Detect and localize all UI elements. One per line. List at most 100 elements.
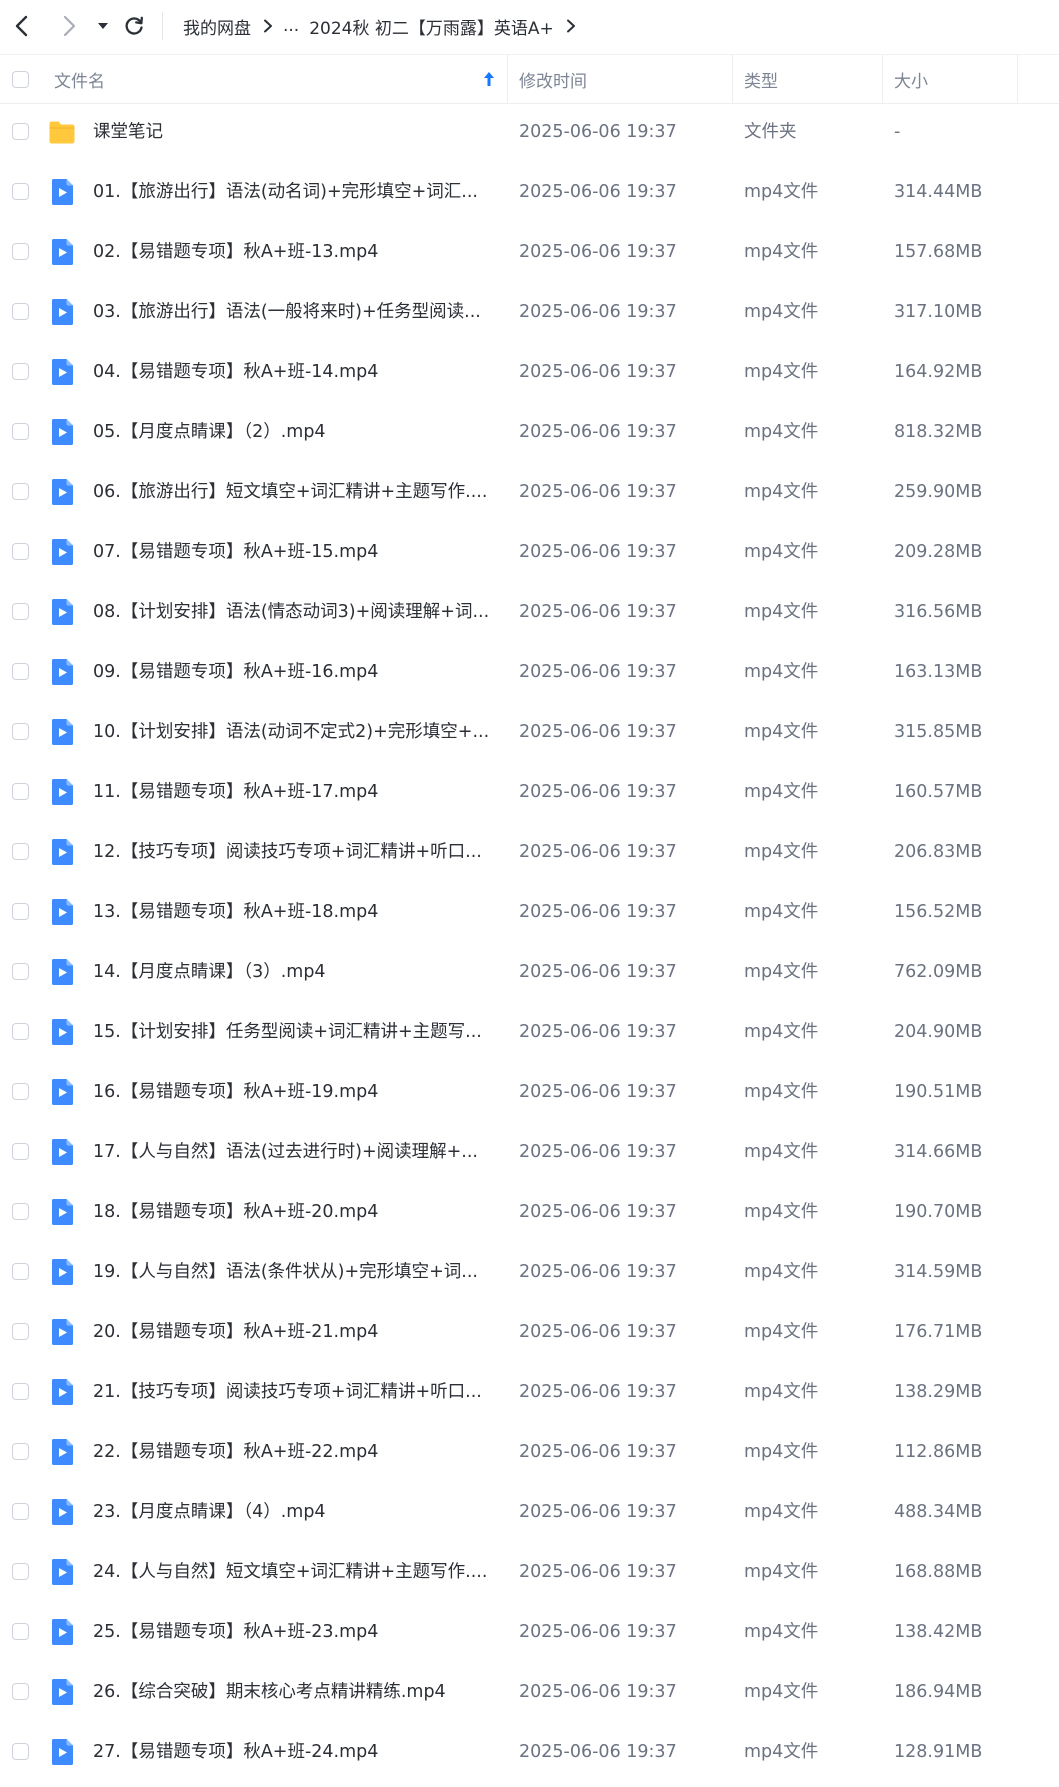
file-row[interactable]: 20.【易错题专项】秋A+班-21.mp4 2025-06-06 19:37 mp4…: [0, 1302, 1059, 1362]
row-checkbox[interactable]: [12, 1623, 29, 1640]
file-row[interactable]: 11.【易错题专项】秋A+班-17.mp4 2025-06-06 19:37 mp4…: [0, 762, 1059, 822]
file-row[interactable]: 06.【旅游出行】短文填空+词汇精讲+主题写作.... 2025-06-06 19…: [0, 462, 1059, 522]
file-name[interactable]: 12.【技巧专项】阅读技巧专项+词汇精讲+听口...: [93, 822, 482, 882]
row-checkbox[interactable]: [12, 483, 29, 500]
file-row[interactable]: 16.【易错题专项】秋A+班-19.mp4 2025-06-06 19:37 mp4…: [0, 1062, 1059, 1122]
file-row[interactable]: 07.【易错题专项】秋A+班-15.mp4 2025-06-06 19:37 mp4…: [0, 522, 1059, 582]
row-checkbox[interactable]: [12, 723, 29, 740]
row-checkbox[interactable]: [12, 423, 29, 440]
breadcrumb-current[interactable]: 2024秋 初二【万雨露】英语A+: [309, 14, 554, 39]
file-row[interactable]: 25.【易错题专项】秋A+班-23.mp4 2025-06-06 19:37 mp4…: [0, 1602, 1059, 1662]
file-row[interactable]: 01.【旅游出行】语法(动名词)+完形填空+词汇... 2025-06-06 19…: [0, 162, 1059, 222]
file-row[interactable]: 04.【易错题专项】秋A+班-14.mp4 2025-06-06 19:37 mp4…: [0, 342, 1059, 402]
row-checkbox[interactable]: [12, 1443, 29, 1460]
file-name[interactable]: 18.【易错题专项】秋A+班-20.mp4: [93, 1182, 378, 1242]
arrow-up-icon[interactable]: [483, 55, 495, 103]
file-name[interactable]: 05.【月度点睛课】（2）.mp4: [93, 402, 326, 462]
file-row[interactable]: 18.【易错题专项】秋A+班-20.mp4 2025-06-06 19:37 mp4…: [0, 1182, 1059, 1242]
file-row[interactable]: 10.【计划安排】语法(动词不定式2)+完形填空+... 2025-06-06 1…: [0, 702, 1059, 762]
file-name[interactable]: 10.【计划安排】语法(动词不定式2)+完形填空+...: [93, 702, 489, 762]
column-divider[interactable]: [507, 55, 508, 103]
file-row[interactable]: 12.【技巧专项】阅读技巧专项+词汇精讲+听口... 2025-06-06 19:…: [0, 822, 1059, 882]
column-header-name[interactable]: 文件名: [54, 55, 105, 103]
refresh-icon[interactable]: [121, 13, 147, 39]
row-checkbox[interactable]: [12, 903, 29, 920]
column-divider[interactable]: [732, 55, 733, 103]
file-name[interactable]: 03.【旅游出行】语法(一般将来时)+任务型阅读...: [93, 282, 481, 342]
file-row[interactable]: 02.【易错题专项】秋A+班-13.mp4 2025-06-06 19:37 mp4…: [0, 222, 1059, 282]
file-name[interactable]: 21.【技巧专项】阅读技巧专项+词汇精讲+听口...: [93, 1362, 482, 1422]
row-checkbox[interactable]: [12, 1683, 29, 1700]
column-divider[interactable]: [1017, 55, 1018, 103]
file-row[interactable]: 19.【人与自然】语法(条件状从)+完形填空+词... 2025-06-06 19…: [0, 1242, 1059, 1302]
file-name[interactable]: 17.【人与自然】语法(过去进行时)+阅读理解+...: [93, 1122, 478, 1182]
row-checkbox[interactable]: [12, 1083, 29, 1100]
file-row[interactable]: 09.【易错题专项】秋A+班-16.mp4 2025-06-06 19:37 mp4…: [0, 642, 1059, 702]
file-name[interactable]: 08.【计划安排】语法(情态动词3)+阅读理解+词...: [93, 582, 489, 642]
file-row[interactable]: 14.【月度点睛课】（3）.mp4 2025-06-06 19:37 mp4文件 76…: [0, 942, 1059, 1002]
row-checkbox[interactable]: [12, 1263, 29, 1280]
chevron-right-icon[interactable]: [566, 19, 576, 33]
row-checkbox[interactable]: [12, 663, 29, 680]
row-checkbox[interactable]: [12, 1323, 29, 1340]
file-name[interactable]: 27.【易错题专项】秋A+班-24.mp4: [93, 1722, 378, 1782]
file-name[interactable]: 13.【易错题专项】秋A+班-18.mp4: [93, 882, 378, 942]
caret-down-icon[interactable]: [94, 14, 112, 38]
file-name[interactable]: 14.【月度点睛课】（3）.mp4: [93, 942, 326, 1002]
file-row[interactable]: 08.【计划安排】语法(情态动词3)+阅读理解+词... 2025-06-06 1…: [0, 582, 1059, 642]
file-row[interactable]: 13.【易错题专项】秋A+班-18.mp4 2025-06-06 19:37 mp4…: [0, 882, 1059, 942]
file-row[interactable]: 21.【技巧专项】阅读技巧专项+词汇精讲+听口... 2025-06-06 19:…: [0, 1362, 1059, 1422]
row-checkbox[interactable]: [12, 243, 29, 260]
column-header-size[interactable]: 大小: [894, 55, 928, 103]
row-checkbox[interactable]: [12, 303, 29, 320]
select-all-checkbox[interactable]: [12, 70, 29, 88]
row-checkbox[interactable]: [12, 1503, 29, 1520]
file-row[interactable]: 26.【综合突破】期末核心考点精讲精练.mp4 2025-06-06 19:37 m…: [0, 1662, 1059, 1722]
file-name[interactable]: 06.【旅游出行】短文填空+词汇精讲+主题写作....: [93, 462, 487, 522]
file-row[interactable]: 课堂笔记 2025-06-06 19:37 文件夹 -: [0, 102, 1059, 162]
file-name[interactable]: 04.【易错题专项】秋A+班-14.mp4: [93, 342, 378, 402]
file-name[interactable]: 11.【易错题专项】秋A+班-17.mp4: [93, 762, 378, 822]
column-header-modified[interactable]: 修改时间: [519, 55, 587, 103]
file-name[interactable]: 16.【易错题专项】秋A+班-19.mp4: [93, 1062, 378, 1122]
file-name[interactable]: 15.【计划安排】任务型阅读+词汇精讲+主题写...: [93, 1002, 482, 1062]
file-row[interactable]: 27.【易错题专项】秋A+班-24.mp4 2025-06-06 19:37 mp4…: [0, 1722, 1059, 1782]
row-checkbox[interactable]: [12, 1203, 29, 1220]
row-checkbox[interactable]: [12, 843, 29, 860]
file-name[interactable]: 07.【易错题专项】秋A+班-15.mp4: [93, 522, 378, 582]
breadcrumb-root[interactable]: 我的网盘: [183, 14, 251, 39]
file-name[interactable]: 01.【旅游出行】语法(动名词)+完形填空+词汇...: [93, 162, 478, 222]
chevron-right-icon[interactable]: [55, 12, 83, 40]
chevron-left-icon[interactable]: [8, 12, 36, 40]
file-name[interactable]: 20.【易错题专项】秋A+班-21.mp4: [93, 1302, 378, 1362]
file-row[interactable]: 03.【旅游出行】语法(一般将来时)+任务型阅读... 2025-06-06 19…: [0, 282, 1059, 342]
file-row[interactable]: 15.【计划安排】任务型阅读+词汇精讲+主题写... 2025-06-06 19:…: [0, 1002, 1059, 1062]
row-checkbox[interactable]: [12, 1563, 29, 1580]
breadcrumb-ellipsis[interactable]: ...: [283, 16, 299, 36]
row-checkbox[interactable]: [12, 363, 29, 380]
row-checkbox[interactable]: [12, 1023, 29, 1040]
row-checkbox[interactable]: [12, 1143, 29, 1160]
file-name[interactable]: 24.【人与自然】短文填空+词汇精讲+主题写作....: [93, 1542, 487, 1602]
row-checkbox[interactable]: [12, 183, 29, 200]
row-checkbox[interactable]: [12, 783, 29, 800]
row-checkbox[interactable]: [12, 1743, 29, 1760]
file-name[interactable]: 09.【易错题专项】秋A+班-16.mp4: [93, 642, 378, 702]
row-checkbox[interactable]: [12, 123, 29, 140]
file-row[interactable]: 24.【人与自然】短文填空+词汇精讲+主题写作.... 2025-06-06 19…: [0, 1542, 1059, 1602]
file-name[interactable]: 26.【综合突破】期末核心考点精讲精练.mp4: [93, 1662, 446, 1722]
file-row[interactable]: 05.【月度点睛课】（2）.mp4 2025-06-06 19:37 mp4文件 81…: [0, 402, 1059, 462]
file-name[interactable]: 22.【易错题专项】秋A+班-22.mp4: [93, 1422, 378, 1482]
file-name[interactable]: 25.【易错题专项】秋A+班-23.mp4: [93, 1602, 378, 1662]
file-name[interactable]: 课堂笔记: [93, 102, 163, 162]
file-row[interactable]: 23.【月度点睛课】（4）.mp4 2025-06-06 19:37 mp4文件 48…: [0, 1482, 1059, 1542]
file-name[interactable]: 23.【月度点睛课】（4）.mp4: [93, 1482, 326, 1542]
file-name[interactable]: 02.【易错题专项】秋A+班-13.mp4: [93, 222, 378, 282]
file-row[interactable]: 22.【易错题专项】秋A+班-22.mp4 2025-06-06 19:37 mp4…: [0, 1422, 1059, 1482]
file-row[interactable]: 17.【人与自然】语法(过去进行时)+阅读理解+... 2025-06-06 19…: [0, 1122, 1059, 1182]
column-header-type[interactable]: 类型: [744, 55, 778, 103]
row-checkbox[interactable]: [12, 543, 29, 560]
column-divider[interactable]: [882, 55, 883, 103]
row-checkbox[interactable]: [12, 603, 29, 620]
row-checkbox[interactable]: [12, 963, 29, 980]
